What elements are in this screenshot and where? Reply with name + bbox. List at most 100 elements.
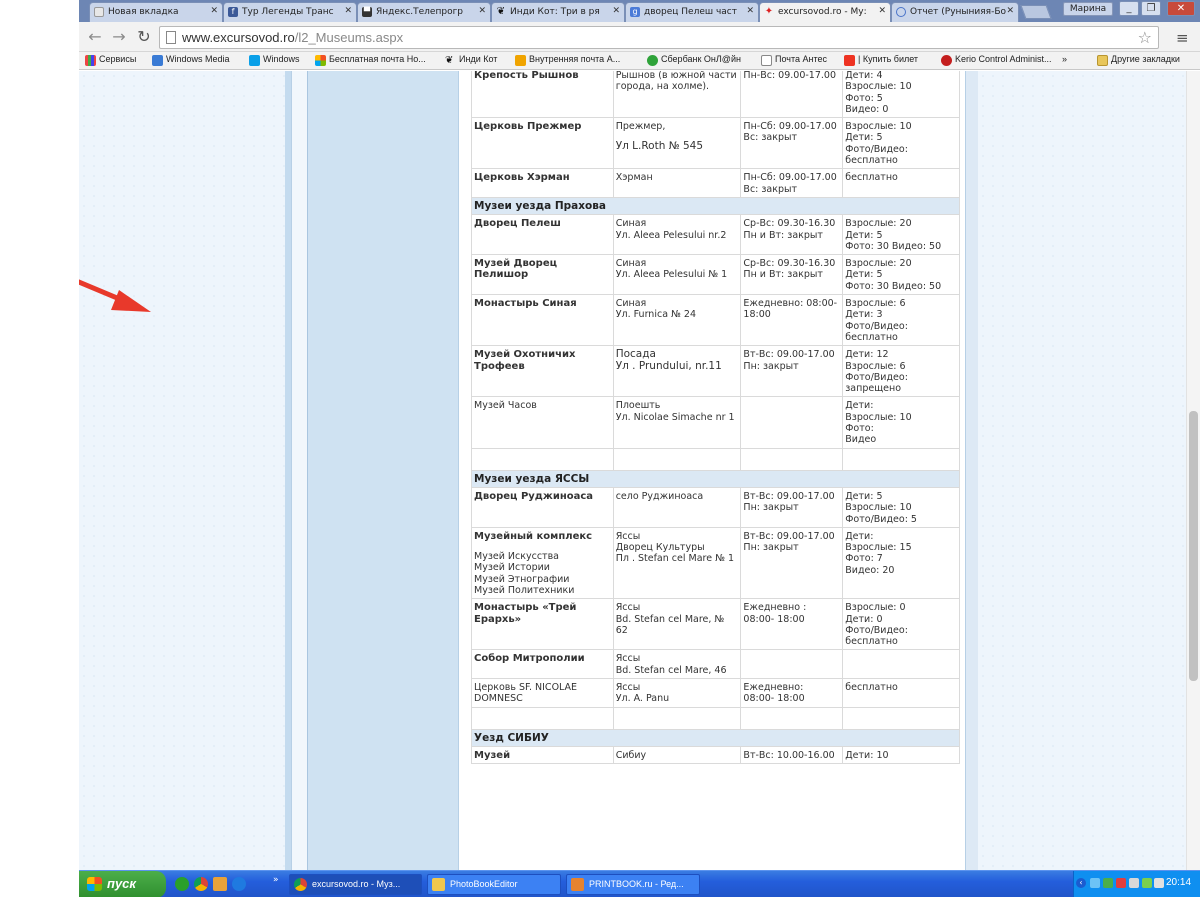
close-icon[interactable]: ✕ [878,6,886,16]
other-bookmarks-folder[interactable]: Другие закладки [1097,54,1180,66]
section-header-row: Музеи уезда Прахова [471,196,960,216]
museum-hours: Вт-Вс: 09.00-17.00 Пн: закрыт [740,345,844,398]
bookmark-windows-media[interactable]: Windows Media [152,54,230,66]
tray-antivirus-icon[interactable] [1116,878,1126,888]
bookmark-kerio[interactable]: Kerio Control Administ... [941,54,1052,66]
museum-price: Взрослые: 20 Дети: 5 Фото: 30 Видео: 50 [842,254,960,296]
vertical-scrollbar[interactable] [1186,71,1200,870]
close-icon[interactable]: ✕ [478,6,486,16]
empty-cell [740,447,844,471]
tab-google-search[interactable]: g дворец Пелеш част ✕ [625,2,759,22]
tray-shield-icon[interactable] [1103,878,1113,888]
minimize-button[interactable]: _ [1119,1,1139,16]
close-icon[interactable]: ✕ [210,6,218,16]
new-tab-button[interactable] [1020,5,1052,19]
tab-new-tab[interactable]: Новая вкладка ✕ [89,2,223,22]
museum-price: бесплатно [842,678,960,708]
close-icon[interactable]: ✕ [1006,6,1014,16]
museum-name-cell: Дворец Руджиноаса [471,486,614,528]
bookmark-label: Внутренняя почта А... [529,54,621,64]
content-edge [965,71,978,870]
more-bookmarks-chevron[interactable]: » [1062,54,1067,64]
start-button[interactable]: пуск [79,871,166,897]
bookmark-windows[interactable]: Windows [249,54,300,66]
tray-app-icon[interactable] [1142,878,1152,888]
museum-hours: Пн-Вс: 09.00-17.00 [740,71,844,119]
bookmark-indi-kot[interactable]: ❦ Инди Кот [445,54,497,66]
tray-volume-icon[interactable] [1154,878,1164,888]
museum-row: Крепость Рышнов Рышнов (в южной части гор… [471,71,960,119]
museum-name: Дворец Руджиноаса [474,490,594,502]
quicklaunch-more-icon[interactable]: » [273,875,279,885]
museum-name: Музейный комплекс [474,530,593,542]
taskbar-photobookeditor[interactable]: PhotoBookEditor [427,874,561,895]
close-window-button[interactable]: ✕ [1167,1,1195,16]
museum-hours: Ежедневно: 08:00- 18:00 [740,294,844,347]
tab-report[interactable]: Отчет (Рунынияя-Бо ✕ [891,2,1019,22]
section-header-row: Уезд СИБИУ [471,728,960,747]
url-text[interactable]: www.excursovod.ro/l2_Museums.aspx [182,30,403,45]
empty-cell [740,706,844,730]
forward-button[interactable]: → [109,27,129,47]
user-profile-button[interactable]: Марина [1063,2,1113,16]
close-icon[interactable]: ✕ [746,6,754,16]
tray-expand-icon[interactable]: ‹ [1076,878,1086,888]
excursovod-icon: ✦ [764,6,774,17]
taskbar-chrome[interactable]: excursovod.ro - Муз... [289,874,422,895]
museum-address-cell: Яссы Bd. Stefan cel Mare, № 62 [612,598,742,651]
museum-address: Синая Ул. Aleea Pelesului nr.2 [615,218,727,241]
museum-hours: Вт-Вс: 09.00-17.00 Пн: закрыт [740,526,844,600]
address-bar[interactable]: www.excursovod.ro/l2_Museums.aspx ☆ [159,26,1159,49]
bookmark-apps[interactable]: Сервисы [85,54,136,66]
museum-name: Музей [474,749,511,761]
museum-address-cell: Посада Ул . Prundului, nr.11 [612,345,742,398]
tab-indi-kot[interactable]: ❦ Инди Кот: Три в ря ✕ [491,2,625,22]
museum-name-cell: Монастырь «Трей Ерархь» [471,598,614,651]
museum-address: Яссы Bd. Stefan cel Mare, 46 [615,653,727,676]
paint-icon[interactable] [213,877,227,891]
tray-network-icon[interactable] [1090,878,1100,888]
tab-label: дворец Пелеш част [644,7,737,17]
tab-strip: Новая вкладка ✕ f Тур Легенды Транс ✕ ▀ … [79,0,1200,22]
page-viewport: Крепость Рышнов Рышнов (в южной части гор… [79,71,1186,870]
museum-name: Музей Дворец Пелишор [474,258,558,281]
annotation-arrows [79,279,151,312]
chrome-icon[interactable] [194,877,208,891]
close-icon[interactable]: ✕ [344,6,352,16]
bookmark-antes-mail[interactable]: Почта Антес [761,54,827,66]
tab-excursovod[interactable]: ✦ excursovod.ro - Му: ✕ [759,2,891,22]
bookmark-buy-ticket[interactable]: | Купить билет [844,54,918,66]
bookmark-sberbank[interactable]: Сбербанк ОнЛ@йн [647,54,741,66]
tab-yandex-tv[interactable]: ▀ Яндекс.Телепрогр ✕ [357,2,491,22]
museum-name: Собор Митрополии [474,653,585,665]
reload-button[interactable]: ↻ [134,27,154,47]
screen: Новая вкладка ✕ f Тур Легенды Транс ✕ ▀ … [79,0,1200,897]
back-button[interactable]: ← [85,27,105,47]
arrow-long-icon [79,279,151,312]
tray-display-icon[interactable] [1129,878,1139,888]
taskbar-printbook[interactable]: PRINTBOOK.ru - Ред... [566,874,700,895]
menu-icon[interactable]: ≡ [1176,29,1189,47]
side-column [307,71,458,870]
museum-address-cell: Хэрман [612,168,742,198]
museum-name[interactable]: Музей Часов [474,400,537,411]
task-label: excursovod.ro - Муз... [312,879,401,889]
globe-icon [896,7,906,17]
msn-icon [315,55,326,66]
scrollbar-thumb[interactable] [1189,411,1198,681]
utorrent-icon[interactable] [175,877,189,891]
museum-row: Музей Дворец Пелишор Синая Ул. Aleea Pele… [471,254,960,296]
museum-hours: Вт-Вс: 09.00-17.00 Пн: закрыт [740,486,844,528]
bookmark-internal-mail[interactable]: Внутренняя почта А... [515,54,621,66]
tab-tour[interactable]: f Тур Легенды Транс ✕ [223,2,357,22]
internet-explorer-icon[interactable] [232,877,246,891]
bookmark-free-mail[interactable]: Бесплатная почта Ho... [315,54,426,66]
museum-name-cell: Крепость Рышнов [471,71,614,119]
page-background-right [978,71,1186,870]
close-icon[interactable]: ✕ [612,6,620,16]
museum-name[interactable]: Церковь SF. NICOLAE DOMNESC [474,682,577,704]
museum-address-cell: Яссы Bd. Stefan cel Mare, 46 [612,649,742,680]
bookmark-star-icon[interactable]: ☆ [1138,28,1152,47]
museum-price: Дети: Взрослые: 15 Фото: 7 Видео: 20 [842,526,960,600]
restore-button[interactable]: ❐ [1141,1,1161,16]
